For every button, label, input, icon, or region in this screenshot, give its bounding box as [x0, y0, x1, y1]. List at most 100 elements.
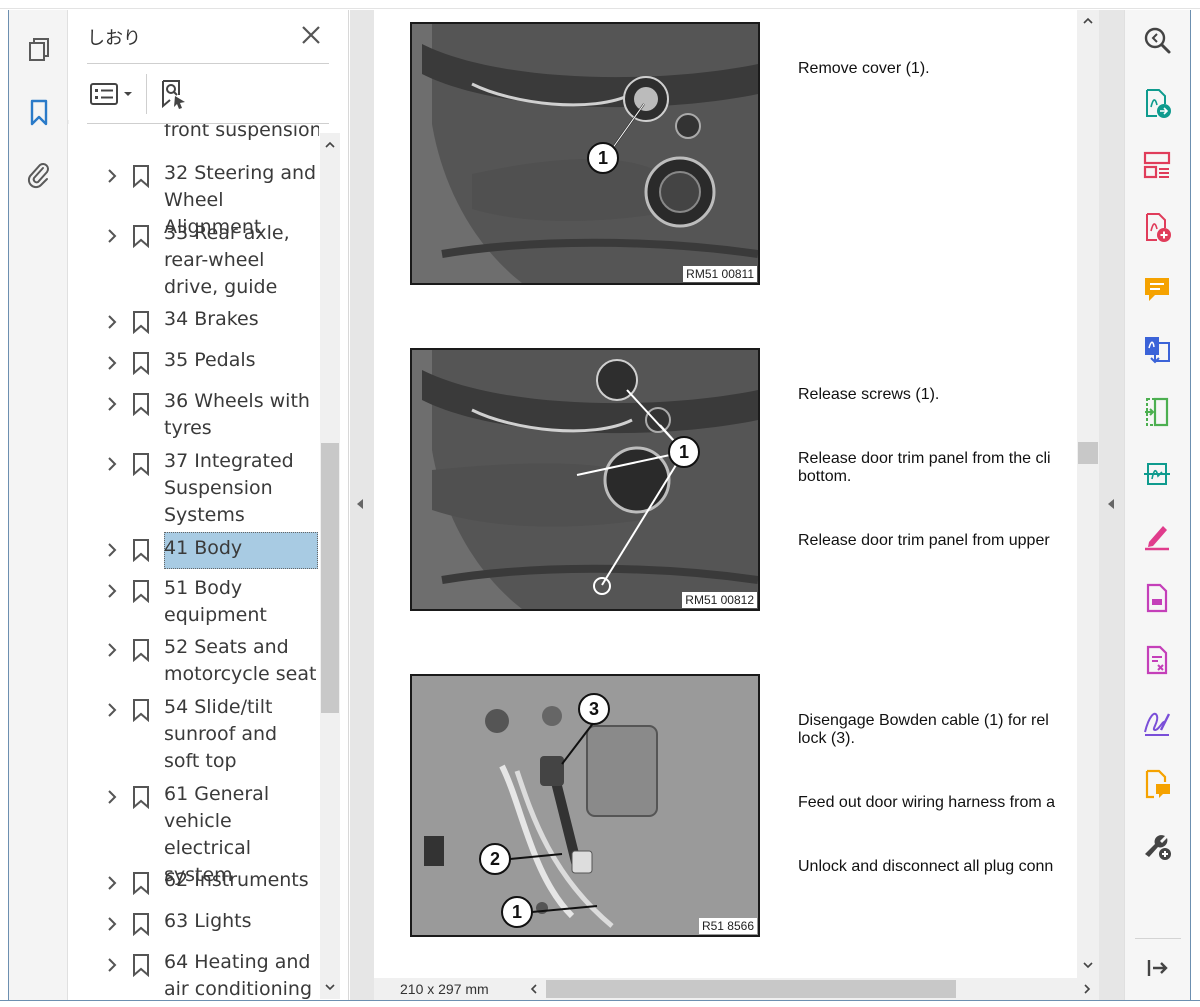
scroll-up-button[interactable] — [1077, 10, 1099, 32]
chevron-right-icon[interactable] — [105, 916, 119, 932]
bookmarks-panel: しおり front suspension 32 Steering and Whe… — [69, 10, 349, 1000]
chevron-right-icon[interactable] — [105, 355, 119, 371]
callout-label: 1 — [679, 442, 689, 462]
tools-pane — [1124, 10, 1191, 1000]
bookmark-label: 51 Body equipment — [164, 577, 267, 626]
combine-files-button[interactable] — [1137, 330, 1177, 370]
collapse-right-pane-button[interactable] — [1105, 494, 1117, 514]
chevron-right-icon[interactable] — [105, 957, 119, 973]
bookmark-label: 52 Seats and motorcycle seat — [164, 636, 317, 685]
attachments-button[interactable] — [17, 153, 61, 197]
chevron-right-icon[interactable] — [105, 583, 119, 599]
chevron-right-icon[interactable] — [105, 642, 119, 658]
more-tools-icon — [1145, 835, 1171, 860]
combine-files-icon — [1145, 337, 1170, 364]
compress-pdf-button[interactable] — [1137, 392, 1177, 432]
chevron-right-icon[interactable] — [105, 789, 119, 805]
caret-left-icon — [357, 499, 363, 509]
chevron-right-icon[interactable] — [105, 875, 119, 891]
enhance-scan-zoom-button[interactable] — [1137, 20, 1177, 60]
chevron-right-icon[interactable] — [105, 542, 119, 558]
figure-bowden-cable: 3 2 1 R51 8566 — [410, 674, 760, 937]
send-for-comments-button[interactable] — [1137, 764, 1177, 804]
bookmark-label: 35 Pedals — [164, 349, 256, 371]
bookmark-icon — [133, 699, 149, 722]
bookmark-icon — [133, 786, 149, 809]
scroll-left-button[interactable] — [524, 978, 544, 1000]
callout-label: 1 — [512, 902, 522, 922]
chevron-right-icon[interactable] — [105, 396, 119, 412]
bookmark-icon — [133, 539, 149, 562]
scroll-down-button[interactable] — [320, 977, 340, 997]
collapse-tools-pane-button[interactable] — [1137, 948, 1177, 988]
fill-sign-button[interactable] — [1137, 516, 1177, 556]
compress-pdf-icon — [1145, 397, 1169, 427]
create-pdf-icon — [1146, 213, 1171, 242]
document-vertical-scrollbar[interactable] — [1077, 10, 1099, 978]
scroll-thumb[interactable] — [1078, 442, 1098, 464]
door-panel-illustration: 1 — [412, 24, 758, 283]
edit-pdf-icon — [1146, 583, 1168, 613]
scan-ocr-button[interactable] — [1137, 454, 1177, 494]
pages-thumbnails-button[interactable] — [17, 28, 61, 72]
scroll-down-button[interactable] — [1077, 954, 1099, 976]
chevron-up-icon — [1083, 17, 1093, 24]
redact-button[interactable] — [1137, 640, 1177, 680]
status-bar: 210 x 297 mm — [374, 978, 1099, 1000]
create-pdf-button[interactable] — [1137, 207, 1177, 247]
close-icon — [302, 26, 320, 44]
send-for-comments-icon — [1145, 769, 1170, 799]
scroll-thumb[interactable] — [546, 980, 956, 998]
export-pdf-button[interactable] — [1137, 83, 1177, 123]
figure-code: RM51 00812 — [682, 592, 757, 608]
edit-pdf-button[interactable] — [1137, 578, 1177, 618]
chevron-down-icon — [325, 984, 335, 991]
page-size-readout: 210 x 297 mm — [400, 981, 489, 997]
bookmark-icon — [133, 913, 149, 936]
scroll-thumb[interactable] — [321, 443, 339, 713]
instruction-line: Unlock and disconnect all plug conn — [798, 858, 1054, 875]
document-horizontal-scrollbar[interactable] — [524, 978, 1099, 1000]
instruction-line: Feed out door wiring harness from a — [798, 794, 1056, 811]
pdf-page: 1 RM51 00811 Remove cover (1). 1 RM51 00… — [374, 10, 1077, 978]
collapse-left-pane-button[interactable] — [354, 494, 366, 514]
instruction-line: Release screws (1). — [798, 386, 940, 403]
list-options-icon — [90, 83, 118, 105]
export-pdf-icon — [1146, 89, 1171, 118]
redact-icon — [1146, 645, 1168, 675]
fill-sign-icon — [1145, 526, 1169, 551]
instruction-line: Release door trim panel from upper — [798, 532, 1050, 549]
bookmark-label: 63 Lights — [164, 910, 252, 932]
request-signature-button[interactable] — [1137, 702, 1177, 742]
panel-title: しおり — [87, 28, 141, 49]
callout-label: 1 — [598, 148, 608, 168]
organize-pages-button[interactable] — [1137, 145, 1177, 185]
chevron-right-icon[interactable] — [105, 168, 119, 184]
bookmark-icon — [133, 639, 149, 662]
bookmark-scrollbar[interactable] — [320, 133, 340, 999]
chevron-right-icon[interactable] — [105, 228, 119, 244]
close-panel-button[interactable] — [298, 22, 324, 48]
pages-thumbnails-icon — [29, 38, 49, 61]
bookmark-partial-item[interactable]: front suspension — [164, 124, 319, 144]
find-current-bookmark-button[interactable] — [157, 76, 191, 112]
bookmark-label: 37 Integrated Suspension Systems — [164, 450, 294, 526]
collapse-tools-pane-icon — [1147, 960, 1168, 976]
window-top-edge — [0, 0, 1200, 9]
bookmark-icon — [133, 954, 149, 977]
scroll-up-button[interactable] — [320, 135, 340, 155]
bookmark-icon — [133, 393, 149, 416]
bookmark-label: 64 Heating and air conditioning — [164, 951, 313, 1000]
chevron-right-icon[interactable] — [105, 314, 119, 330]
left-navigation-rail — [8, 10, 77, 1000]
scroll-right-button[interactable] — [1077, 978, 1097, 1000]
bookmark-label: 34 Brakes — [164, 308, 259, 330]
chevron-right-icon[interactable] — [105, 456, 119, 472]
more-tools-button[interactable] — [1137, 826, 1177, 866]
comment-button[interactable] — [1137, 269, 1177, 309]
bookmarks-button[interactable] — [17, 90, 61, 134]
callout-label: 2 — [490, 849, 500, 869]
chevron-right-icon[interactable] — [105, 702, 119, 718]
toolbar-divider — [146, 74, 147, 114]
bookmark-options-menu-button[interactable] — [89, 76, 137, 112]
